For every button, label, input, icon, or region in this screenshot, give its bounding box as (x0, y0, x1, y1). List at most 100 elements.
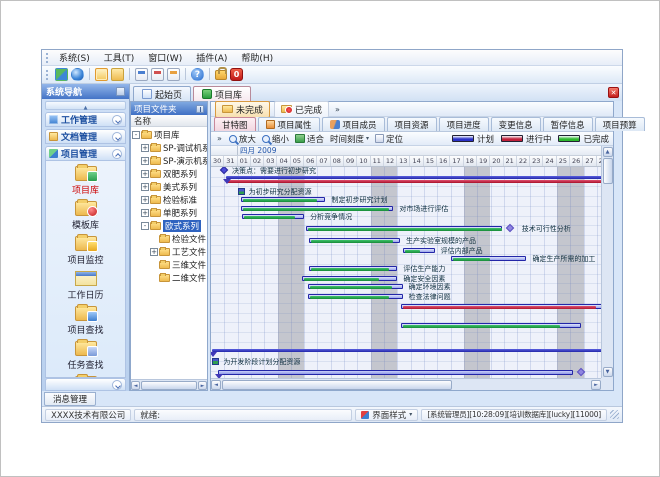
task-mini[interactable] (212, 358, 219, 365)
detail-tab[interactable]: 项目属性 (258, 117, 320, 131)
task-bar[interactable] (308, 284, 403, 289)
tree-item[interactable]: +双肥系列 (131, 167, 207, 180)
detail-tab[interactable]: 项目进度 (439, 117, 489, 131)
tree-expander[interactable]: + (141, 170, 149, 178)
report-orange-icon[interactable] (167, 68, 180, 81)
sidebar-item[interactable]: 任务查找 (46, 339, 125, 374)
task-bar[interactable] (306, 226, 503, 231)
sidebar-item[interactable]: 模板库 (46, 199, 125, 234)
chevron-down-icon[interactable] (112, 380, 122, 390)
sidebar-item[interactable]: 项目监控 (46, 234, 125, 269)
toolbar-grip[interactable] (46, 70, 49, 80)
menu-item[interactable]: 系统(S) (52, 50, 97, 65)
globe-icon[interactable] (71, 68, 84, 81)
tree-item[interactable]: 检验文件 (131, 232, 207, 245)
sidebar-panel-document-management[interactable]: 文档管理 (45, 129, 126, 144)
lock-icon[interactable] (215, 70, 227, 80)
gantt-tool-button[interactable]: 适合 (295, 133, 324, 145)
task-bar[interactable] (242, 214, 305, 219)
task-bar[interactable] (401, 323, 581, 328)
gantt-tool-button[interactable]: 定位 (375, 133, 403, 145)
tree-column-header[interactable]: 名称 (131, 115, 207, 127)
tree-item[interactable]: -项目库 (131, 128, 207, 141)
ui-style-button[interactable]: 界面样式 ▾ (355, 409, 418, 421)
task-bar[interactable] (451, 256, 527, 261)
close-tab-button[interactable] (608, 87, 619, 98)
document-tab[interactable]: 起始页 (133, 86, 191, 101)
gantt-tool-button[interactable]: 放大 (229, 133, 256, 145)
gantt-vertical-scrollbar[interactable] (601, 146, 613, 378)
milestone-diamond[interactable] (220, 167, 228, 174)
tree-expander[interactable]: + (141, 157, 149, 165)
summary-bar[interactable] (212, 349, 601, 352)
scroll-right-button[interactable] (591, 380, 601, 390)
scroll-thumb[interactable] (222, 380, 452, 390)
gantt-overflow-chevron[interactable]: » (215, 134, 224, 143)
menu-item[interactable]: 帮助(H) (234, 50, 280, 65)
tree-expander[interactable]: + (141, 196, 149, 204)
detail-tab[interactable]: 甘特图 (214, 117, 256, 131)
chevron-up-icon[interactable] (112, 149, 122, 159)
detail-tab[interactable]: 项目成员 (322, 117, 385, 131)
tree-expander[interactable]: + (141, 183, 149, 191)
scroll-right-button[interactable] (198, 381, 207, 390)
sidebar-item[interactable]: 项目查找 (46, 304, 125, 339)
tab-message-management[interactable]: 消息管理 (44, 392, 96, 406)
sidebar-panel-collapsed[interactable] (45, 378, 126, 391)
pin-icon[interactable] (196, 105, 204, 113)
sidebar-panel-project-management[interactable]: 项目管理 (45, 146, 126, 161)
task-bar[interactable] (401, 304, 601, 309)
tree-item[interactable]: +SP-调试机系 (131, 141, 207, 154)
tree-item[interactable]: +单肥系列 (131, 206, 207, 219)
sidebar-collapse-button[interactable] (116, 87, 125, 96)
document-tab[interactable]: 项目库 (193, 86, 251, 101)
detail-tab[interactable]: 暂停信息 (543, 117, 593, 131)
task-bar[interactable] (308, 294, 403, 299)
scroll-thumb[interactable] (141, 381, 197, 390)
folder-chart-icon[interactable] (111, 68, 124, 81)
tree-item[interactable]: 三维文件 (131, 258, 207, 271)
resize-grip[interactable] (610, 410, 619, 419)
scroll-thumb[interactable] (603, 158, 613, 184)
folder-open-icon[interactable] (95, 68, 108, 81)
task-mini[interactable] (238, 188, 245, 195)
scroll-left-button[interactable] (211, 380, 221, 390)
menu-item[interactable]: 工具(T) (97, 50, 142, 65)
tree-expander[interactable]: + (150, 248, 158, 256)
filter-completed-button[interactable]: 已完成 (274, 101, 329, 118)
gantt-horizontal-scrollbar[interactable] (211, 378, 601, 390)
task-bar[interactable] (218, 370, 573, 375)
tree-item[interactable]: +工艺文件 (131, 245, 207, 258)
tree-item[interactable]: 二维文件 (131, 271, 207, 284)
report-blue-icon[interactable] (135, 68, 148, 81)
scroll-up-button[interactable] (603, 147, 613, 157)
detail-tab[interactable]: 项目预算 (595, 117, 645, 131)
gantt-tool-button[interactable]: 缩小 (262, 133, 289, 145)
task-bar[interactable] (241, 206, 393, 211)
tree-item[interactable]: +SP-演示机系 (131, 154, 207, 167)
sidebar-item[interactable]: 工作日历 (46, 269, 125, 304)
gantt-tool-button[interactable]: 时间刻度▾ (330, 133, 369, 145)
task-bar[interactable] (309, 266, 397, 271)
power-icon[interactable] (230, 68, 243, 81)
sidebar-scroll-up-button[interactable] (45, 101, 126, 110)
sidebar-item[interactable]: 项目库 (46, 164, 125, 199)
tree-horizontal-scrollbar[interactable] (131, 379, 207, 390)
task-bar[interactable] (403, 248, 435, 253)
summary-bar[interactable] (226, 176, 601, 179)
menu-item[interactable]: 插件(A) (189, 50, 234, 65)
tree-item[interactable]: +美式系列 (131, 180, 207, 193)
detail-tab[interactable]: 变更信息 (491, 117, 541, 131)
scroll-left-button[interactable] (131, 381, 140, 390)
task-bar[interactable] (241, 197, 326, 202)
report-red-icon[interactable] (151, 68, 164, 81)
chevron-down-icon[interactable] (112, 132, 122, 142)
filter-unfinished-button[interactable]: 未完成 (215, 101, 270, 118)
tree-expander[interactable]: + (141, 209, 149, 217)
tree-item[interactable]: -欧式系列 (131, 219, 207, 232)
filter-overflow-chevron[interactable]: » (333, 105, 342, 114)
menu-item[interactable]: 窗口(W) (141, 50, 189, 65)
sync-icon[interactable] (55, 68, 68, 81)
chevron-down-icon[interactable] (112, 115, 122, 125)
task-bar[interactable] (309, 238, 400, 243)
